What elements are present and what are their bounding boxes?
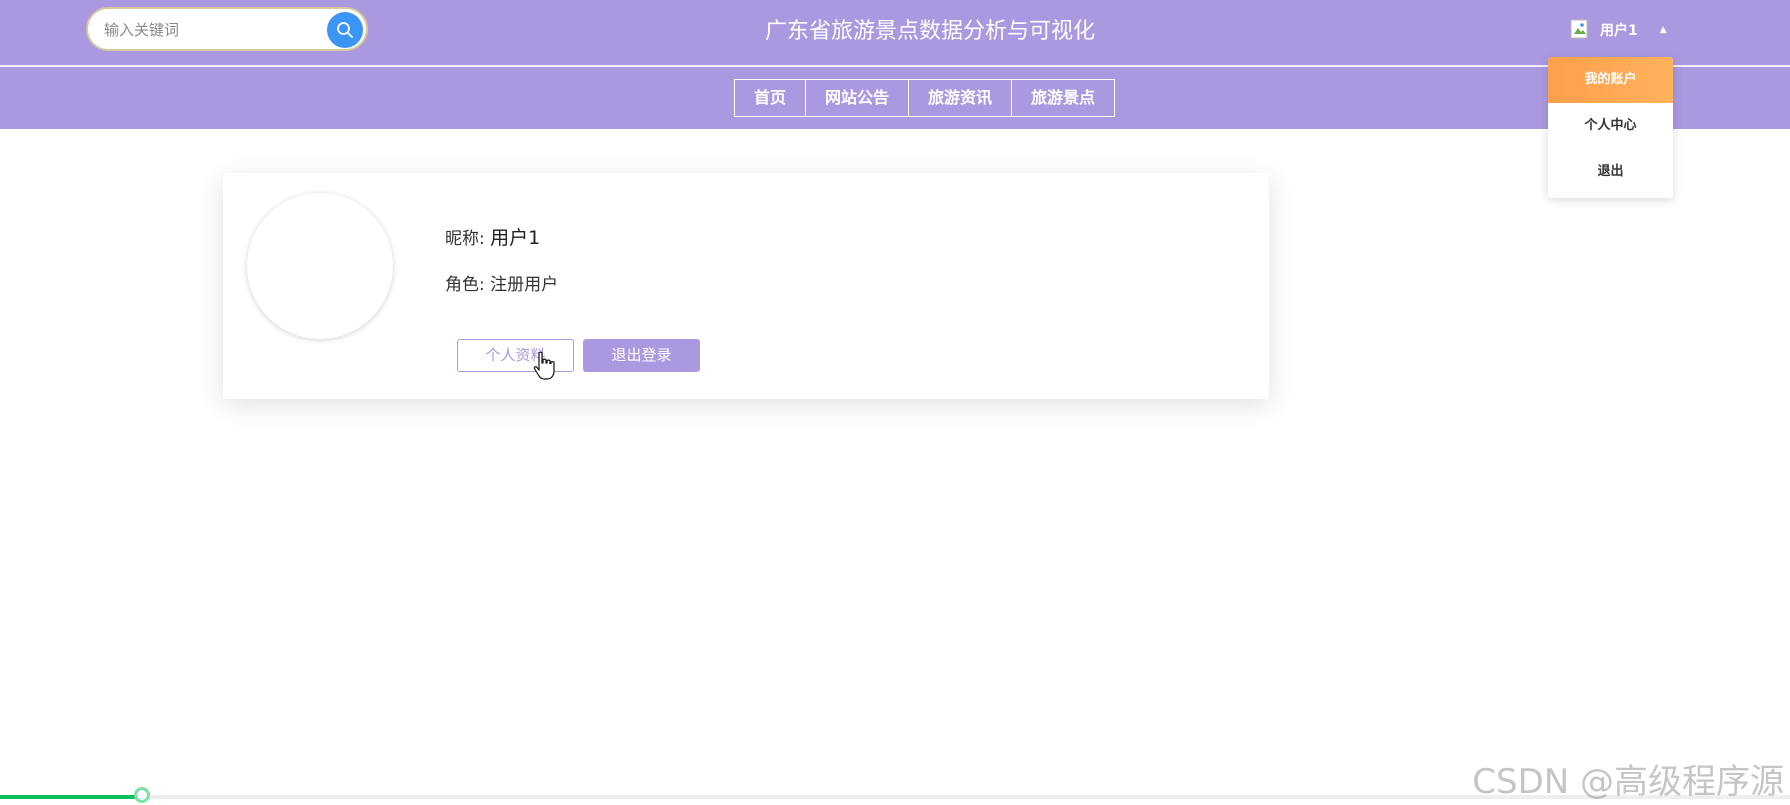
role-label: 角色: xyxy=(445,275,485,295)
user-name: 用户1 xyxy=(1600,23,1638,39)
user-menu-trigger[interactable]: 用户1 ▲ xyxy=(1570,18,1667,42)
role-row: 角色: 注册用户 xyxy=(445,270,558,295)
dropdown-item-my-account[interactable]: 我的账户 xyxy=(1548,57,1673,103)
header-divider xyxy=(0,65,1790,67)
progress-knob[interactable] xyxy=(134,787,150,803)
nickname-label: 昵称: xyxy=(445,229,485,249)
caret-up-icon: ▲ xyxy=(1659,25,1667,35)
search-input[interactable] xyxy=(102,17,306,43)
hand-cursor-icon xyxy=(533,351,555,380)
user-dropdown-menu: 我的账户 个人中心 退出 xyxy=(1548,57,1673,198)
profile-card: 昵称: 用户1 角色: 注册用户 个人资料 退出登录 xyxy=(223,173,1269,399)
site-title: 广东省旅游景点数据分析与可视化 xyxy=(764,19,1095,44)
main-nav: 首页 网站公告 旅游资讯 旅游景点 xyxy=(734,79,1116,117)
role-value: 注册用户 xyxy=(490,275,559,295)
avatar-image-icon xyxy=(1570,19,1592,41)
nav-item-attractions[interactable]: 旅游景点 xyxy=(1012,80,1114,116)
progress-fill xyxy=(0,795,143,799)
profile-button[interactable]: 个人资料 xyxy=(457,339,574,372)
nickname-value: 用户1 xyxy=(490,227,541,249)
search-icon xyxy=(337,22,353,38)
nav-item-announcements[interactable]: 网站公告 xyxy=(806,80,910,116)
nav-item-travel-news[interactable]: 旅游资讯 xyxy=(909,80,1013,116)
dropdown-item-logout[interactable]: 退出 xyxy=(1548,149,1673,195)
watermark: CSDN @高级程序源 xyxy=(1472,762,1784,802)
dropdown-item-personal-center[interactable]: 个人中心 xyxy=(1548,103,1673,149)
search-button[interactable] xyxy=(327,12,363,48)
logout-button[interactable]: 退出登录 xyxy=(583,339,700,372)
nickname-row: 昵称: 用户1 xyxy=(445,223,540,250)
nav-item-home[interactable]: 首页 xyxy=(735,80,807,116)
search-box xyxy=(86,7,368,51)
top-header: 广东省旅游景点数据分析与可视化 用户1 ▲ 首页 网站公告 旅游资讯 旅游景点 xyxy=(0,0,1790,129)
avatar xyxy=(247,193,393,339)
